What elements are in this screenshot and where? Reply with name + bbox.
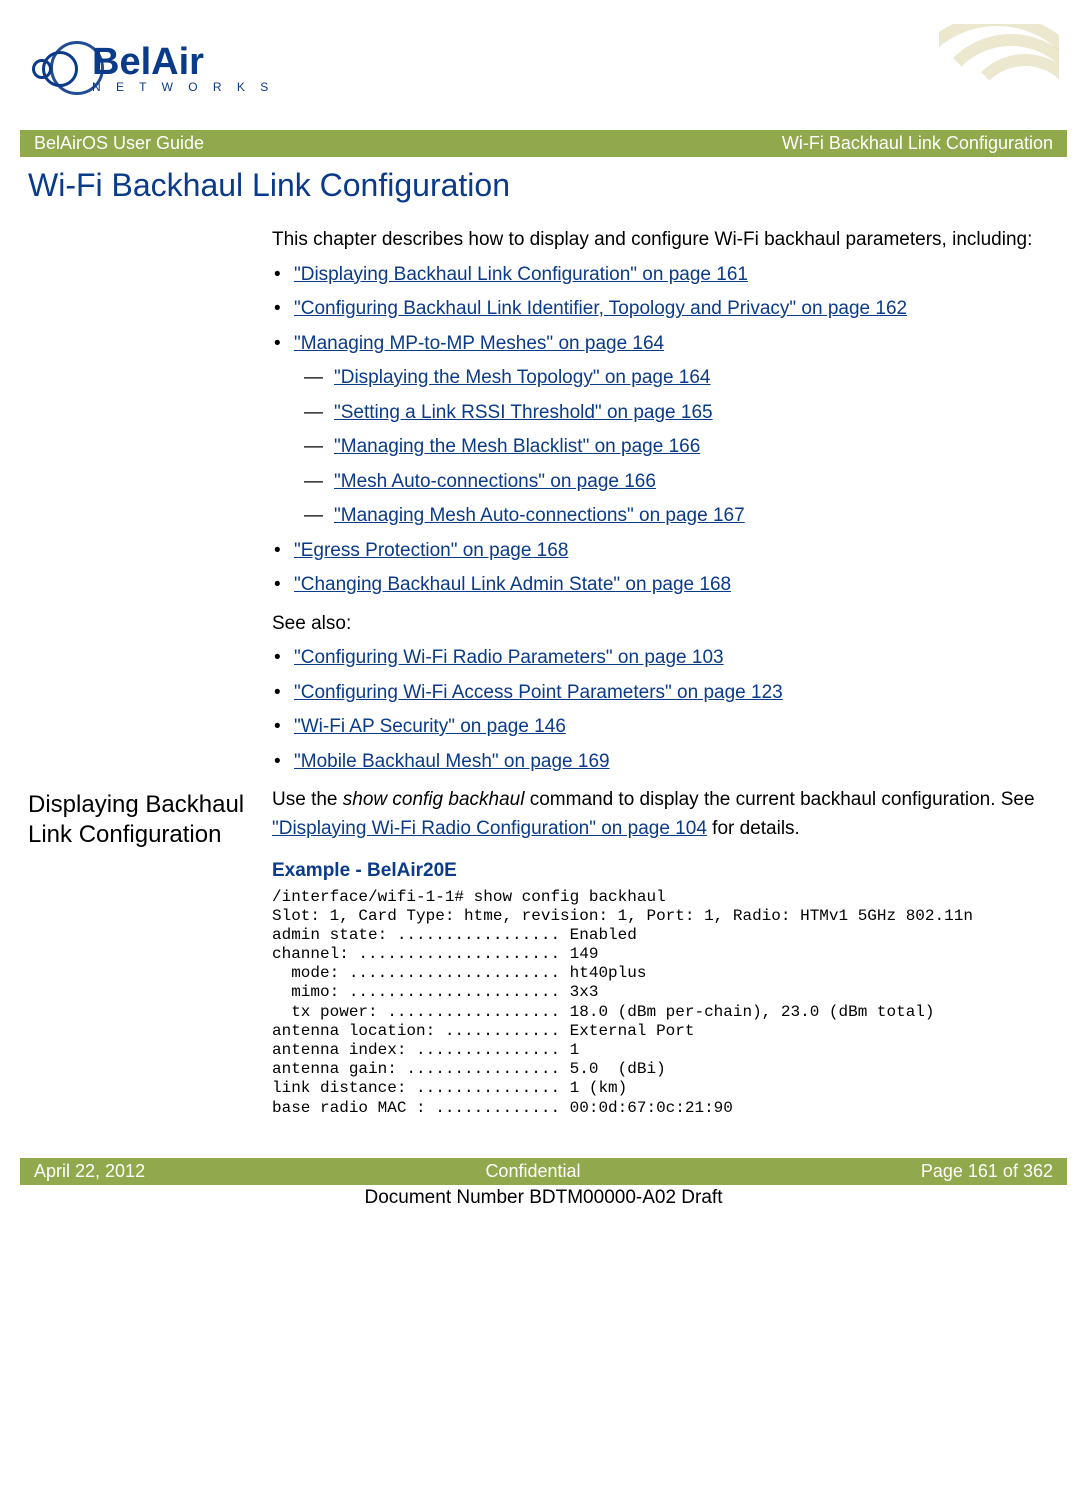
brand-subtitle: N E T W O R K S	[92, 81, 274, 93]
xref-link[interactable]: "Mesh Auto-connections" on page 166	[334, 471, 656, 492]
footer-date: April 22, 2012	[34, 1161, 145, 1182]
xref-link[interactable]: "Displaying the Mesh Topology" on page 1…	[334, 367, 711, 388]
xref-link[interactable]: "Mobile Backhaul Mesh" on page 169	[294, 751, 610, 772]
xref-link[interactable]: "Configuring Backhaul Link Identifier, T…	[294, 298, 907, 319]
xref-link[interactable]: "Managing MP-to-MP Meshes" on page 164	[294, 333, 664, 354]
header-bar: BelAirOS User Guide Wi-Fi Backhaul Link …	[20, 130, 1067, 157]
xref-link[interactable]: "Configuring Wi-Fi Radio Parameters" on …	[294, 647, 724, 668]
section-heading: Displaying Backhaul Link Configuration	[28, 790, 258, 850]
brand-logo: BelAir N E T W O R K S	[28, 37, 274, 99]
xref-link[interactable]: "Changing Backhaul Link Admin State" on …	[294, 574, 731, 595]
header-bar-left: BelAirOS User Guide	[34, 133, 204, 154]
xref-link[interactable]: "Managing the Mesh Blacklist" on page 16…	[334, 436, 700, 457]
footer-confidentiality: Confidential	[485, 1161, 580, 1182]
brand-logo-icon	[28, 37, 90, 99]
footer-bar: April 22, 2012 Confidential Page 161 of …	[20, 1158, 1067, 1185]
xref-link[interactable]: "Displaying Wi-Fi Radio Configuration" o…	[272, 818, 707, 839]
command-name: show config backhaul	[343, 789, 525, 810]
document-number: Document Number BDTM00000-A02 Draft	[28, 1187, 1059, 1209]
xref-link[interactable]: "Setting a Link RSSI Threshold" on page …	[334, 402, 713, 423]
brand-name: BelAir	[92, 43, 274, 81]
xref-link[interactable]: "Configuring Wi-Fi Access Point Paramete…	[294, 682, 783, 703]
decorative-watermark-icon	[939, 24, 1059, 112]
footer-page-number: Page 161 of 362	[921, 1161, 1053, 1182]
see-also-label: See also:	[272, 610, 1059, 639]
terminal-output: /interface/wifi-1-1# show config backhau…	[272, 888, 1059, 1118]
xref-link[interactable]: "Wi-Fi AP Security" on page 146	[294, 716, 566, 737]
xref-link[interactable]: "Egress Protection" on page 168	[294, 540, 568, 561]
example-title: Example - BelAir20E	[272, 857, 1059, 886]
xref-link[interactable]: "Displaying Backhaul Link Configuration"…	[294, 264, 748, 285]
intro-text: This chapter describes how to display an…	[272, 226, 1059, 255]
section-paragraph: Use the show config backhaul command to …	[272, 786, 1059, 843]
header-bar-right: Wi-Fi Backhaul Link Configuration	[782, 133, 1053, 154]
xref-link[interactable]: "Managing Mesh Auto-connections" on page…	[334, 505, 745, 526]
page-title: Wi-Fi Backhaul Link Configuration	[28, 167, 1059, 204]
